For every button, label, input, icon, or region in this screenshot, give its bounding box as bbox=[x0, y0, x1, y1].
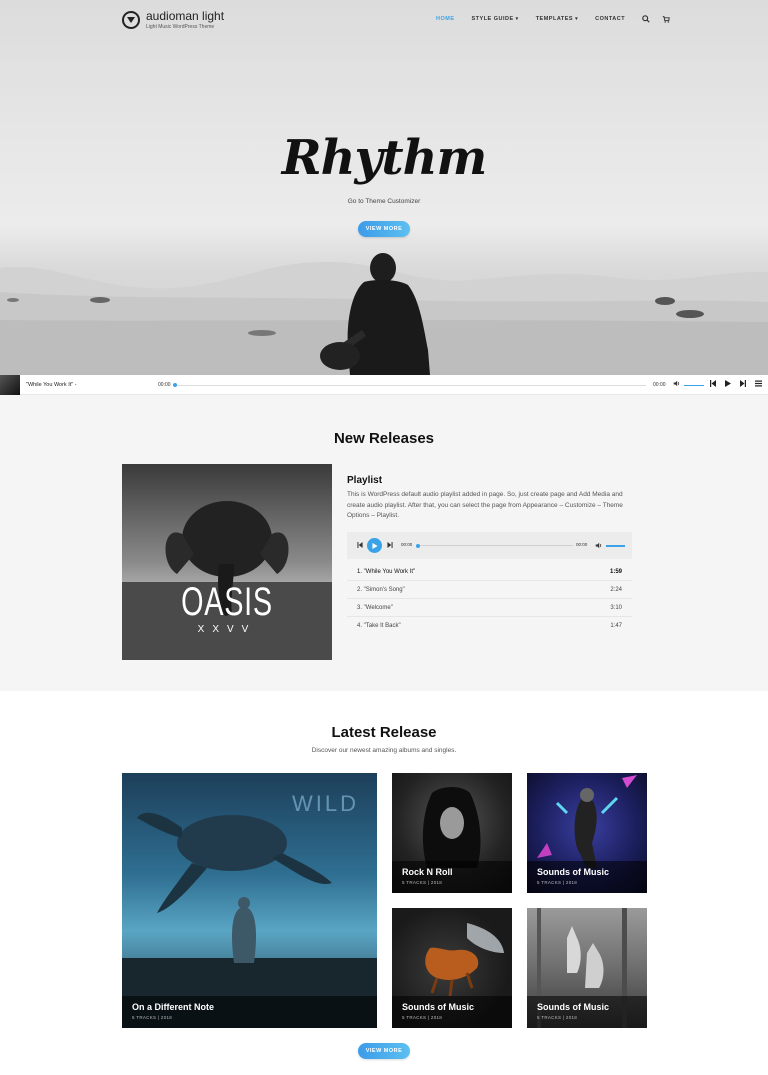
hero-section: audioman light Light Music WordPress The… bbox=[0, 0, 768, 375]
hero-view-more-button[interactable]: VIEW MORE bbox=[358, 221, 410, 237]
chevron-down-icon: ▾ bbox=[575, 16, 579, 22]
menu-item-contact[interactable]: CONTACT bbox=[595, 16, 625, 22]
card-caption: Sounds of Music 5 TRACKS | 2018 bbox=[527, 861, 647, 893]
card-meta: 5 TRACKS | 2018 bbox=[402, 880, 443, 885]
playlist-track[interactable]: 2. "Simon's Song" 2:24 bbox=[347, 581, 632, 599]
track-label: 4. "Take It Back" bbox=[357, 623, 401, 629]
play-icon bbox=[371, 542, 378, 549]
release-card[interactable]: Sounds of Music 5 TRACKS | 2018 bbox=[392, 908, 512, 1028]
play-button[interactable] bbox=[367, 538, 382, 553]
menu-item-style-guide-label: STYLE GUIDE bbox=[471, 16, 514, 22]
site-title: audioman light bbox=[146, 9, 225, 23]
site-tagline: Light Music WordPress Theme bbox=[146, 24, 215, 30]
latest-view-more-button[interactable]: VIEW MORE bbox=[358, 1043, 410, 1059]
playlist-audio-player: 00:00 00:00 bbox=[347, 532, 632, 559]
search-icon[interactable] bbox=[642, 15, 650, 23]
main-menu: HOME STYLE GUIDE ▾ TEMPLATES ▾ CONTACT bbox=[436, 15, 682, 23]
menu-item-style-guide[interactable]: STYLE GUIDE ▾ bbox=[472, 16, 519, 22]
player-track-title: "While You Work It" - bbox=[26, 382, 77, 388]
card-caption: Sounds of Music 5 TRACKS | 2018 bbox=[392, 996, 512, 1028]
chevron-down-icon: ▾ bbox=[515, 16, 519, 22]
track-label: 1. "While You Work It" bbox=[357, 569, 416, 575]
menu-item-templates[interactable]: TEMPLATES ▾ bbox=[536, 16, 578, 22]
track-length: 2:24 bbox=[610, 587, 622, 593]
volume-icon[interactable] bbox=[673, 380, 680, 387]
track-label: 3. "Welcome" bbox=[357, 605, 393, 611]
new-releases-heading: New Releases bbox=[333, 430, 435, 447]
card-caption: Rock N Roll 5 TRACKS | 2018 bbox=[392, 861, 512, 893]
release-card[interactable]: Sounds of Music 5 TRACKS | 2018 bbox=[527, 773, 647, 893]
track-length: 3:10 bbox=[610, 605, 622, 611]
playlist-tracks: 1. "While You Work It" 1:59 2. "Simon's … bbox=[347, 563, 632, 635]
playlist-track[interactable]: 4. "Take It Back" 1:47 bbox=[347, 617, 632, 635]
next-track-icon[interactable] bbox=[387, 542, 393, 548]
hero-title: Rhythm bbox=[281, 130, 488, 186]
mini-player-current-time: 00:00 bbox=[401, 542, 413, 547]
card-art-text: WILD bbox=[292, 791, 359, 816]
track-thumbnail bbox=[0, 375, 20, 395]
site-logo[interactable]: audioman light Light Music WordPress The… bbox=[122, 10, 224, 30]
player-progress-handle[interactable] bbox=[173, 383, 177, 387]
player-progress-bar[interactable] bbox=[174, 384, 646, 386]
release-card[interactable]: Rock N Roll 5 TRACKS | 2018 bbox=[392, 773, 512, 893]
release-card[interactable]: WILD On a Different Note 5 TRACKS | 2018 bbox=[122, 773, 377, 1028]
player-duration: 00:00 bbox=[653, 382, 666, 388]
logo-icon bbox=[122, 11, 140, 29]
top-navigation: audioman light Light Music WordPress The… bbox=[0, 0, 768, 38]
hero-background-image bbox=[0, 253, 768, 375]
card-meta: 5 TRACKS | 2018 bbox=[132, 1015, 173, 1020]
menu-item-home[interactable]: HOME bbox=[436, 16, 455, 22]
latest-release-heading: Latest Release bbox=[331, 724, 437, 741]
cart-icon[interactable] bbox=[662, 15, 670, 23]
player-current-time: 00:00 bbox=[158, 382, 171, 388]
latest-release-subheading: Discover our newest amazing albums and s… bbox=[311, 747, 457, 754]
mini-player-progress-handle[interactable] bbox=[416, 543, 420, 548]
playlist-track[interactable]: 1. "While You Work It" 1:59 bbox=[347, 563, 632, 581]
playlist-track[interactable]: 3. "Welcome" 3:10 bbox=[347, 599, 632, 617]
album-cover-oasis[interactable]: OASIS XXVV bbox=[122, 464, 332, 660]
hero-subtitle[interactable]: Go to Theme Customizer bbox=[0, 198, 768, 205]
previous-track-icon[interactable] bbox=[710, 380, 716, 387]
volume-slider[interactable] bbox=[684, 384, 704, 386]
mini-player-duration: 00:00 bbox=[576, 542, 588, 547]
playlist-description: This is WordPress default audio playlist… bbox=[347, 491, 623, 519]
play-icon[interactable] bbox=[725, 380, 731, 387]
card-title: On a Different Note bbox=[132, 1002, 215, 1012]
track-length: 1:47 bbox=[610, 623, 622, 629]
card-meta: 5 TRACKS | 2018 bbox=[402, 1015, 443, 1020]
card-meta: 5 TRACKS | 2018 bbox=[537, 880, 578, 885]
new-releases-section: New Releases OASIS XXVV Playlist This is… bbox=[0, 395, 768, 691]
mini-player-progress-bar[interactable] bbox=[418, 545, 573, 546]
playlist-menu-icon[interactable] bbox=[755, 380, 762, 387]
card-meta: 5 TRACKS | 2018 bbox=[537, 1015, 578, 1020]
playlist-title: Playlist bbox=[347, 475, 383, 486]
card-title: Sounds of Music bbox=[537, 1002, 609, 1012]
volume-icon[interactable] bbox=[595, 542, 602, 549]
album-title: OASIS bbox=[181, 580, 273, 624]
card-caption: On a Different Note 5 TRACKS | 2018 bbox=[122, 996, 377, 1028]
release-card[interactable]: Sounds of Music 5 TRACKS | 2018 bbox=[527, 908, 647, 1028]
page: audioman light Light Music WordPress The… bbox=[0, 0, 768, 1075]
card-title: Sounds of Music bbox=[537, 867, 609, 877]
previous-track-icon[interactable] bbox=[357, 542, 363, 548]
album-subtitle: XXVV bbox=[197, 624, 257, 635]
next-track-icon[interactable] bbox=[740, 380, 746, 387]
card-title: Rock N Roll bbox=[402, 867, 453, 877]
track-length: 1:59 bbox=[609, 569, 622, 575]
mini-player-volume-slider[interactable] bbox=[606, 545, 625, 547]
card-title: Sounds of Music bbox=[402, 1002, 474, 1012]
track-label: 2. "Simon's Song" bbox=[357, 587, 405, 593]
card-caption: Sounds of Music 5 TRACKS | 2018 bbox=[527, 996, 647, 1028]
audio-player-bar: "While You Work It" - 00:00 00:00 bbox=[0, 375, 768, 395]
menu-item-templates-label: TEMPLATES bbox=[535, 16, 574, 22]
